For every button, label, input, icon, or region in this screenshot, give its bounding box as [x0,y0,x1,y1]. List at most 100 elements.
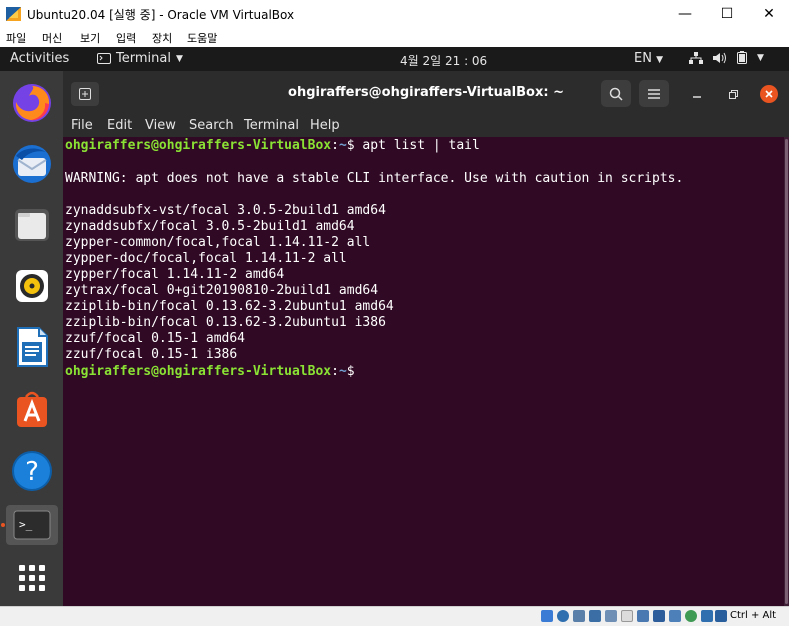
terminal-restore-button[interactable] [725,86,741,102]
hard-disk-icon[interactable] [541,610,553,622]
optical-drive-icon[interactable] [557,610,569,622]
show-applications-icon [19,565,45,591]
dock-help[interactable]: ? [10,449,54,493]
clipboard-icon[interactable] [669,610,681,622]
dock-libreoffice-writer[interactable] [10,325,54,369]
host-key-label: Ctrl + Alt [730,610,777,621]
volume-icon [713,52,726,63]
warning-line: WARNING: apt does not have a stable CLI … [65,171,684,186]
host-menu-input[interactable]: 입력 [116,30,136,46]
recording-icon[interactable] [653,610,665,622]
terminal-close-button[interactable] [760,85,778,103]
host-maximize-button[interactable]: ☐ [707,0,747,28]
terminal-menu-edit[interactable]: Edit [107,118,132,133]
activities-button[interactable]: Activities [10,51,69,66]
network-adapter-icon[interactable] [589,610,601,622]
host-window-title: Ubuntu20.04 [실행 중] - Oracle VM VirtualBo… [27,8,295,22]
terminal-small-icon [97,53,111,64]
terminal-menu-terminal[interactable]: Terminal [244,118,299,133]
network-icon [689,51,703,64]
terminal-window-title: ohgiraffers@ohgiraffers-VirtualBox: ~ [288,85,564,100]
input-source-menu[interactable]: EN ▼ [634,51,663,66]
cpu-activity-icon[interactable] [685,610,697,622]
prompt-user: ohgiraffers@ohgiraffers-VirtualBox [65,364,332,379]
output-line: zypper-common/focal,focal 1.14.11-2 all [65,235,371,250]
system-menu[interactable]: ▼ [689,51,764,64]
prompt-user: ohgiraffers@ohgiraffers-VirtualBox [65,138,332,153]
terminal-header-bar: ohgiraffers@ohgiraffers-VirtualBox: ~ [63,71,789,115]
output-line: zziplib-bin/focal 0.13.62-3.2ubuntu1 amd… [65,299,394,314]
output-line: zytrax/focal 0+git20190810-2build1 amd64 [65,283,379,298]
terminal-menu-bar: File Edit View Search Terminal Help [63,115,789,137]
scrollbar-thumb[interactable] [785,139,788,604]
virtualbox-logo-icon [6,7,21,21]
svg-text:>_: >_ [19,518,33,531]
ubuntu-software-icon [17,391,47,427]
host-menu-machine[interactable]: 머신 [42,30,62,46]
host-menu-bar: 파일 머신 보기 입력 장치 도움말 [0,28,789,47]
chevron-down-icon: ▼ [175,53,183,64]
dock-files[interactable] [10,203,54,247]
output-line: zziplib-bin/focal 0.13.62-3.2ubuntu1 i38… [65,315,386,330]
thunderbird-icon [13,145,51,183]
input-source-label: EN [634,51,652,66]
output-line: zynaddsubfx/focal 3.0.5-2build1 amd64 [65,219,355,234]
libreoffice-writer-icon [17,327,48,367]
help-icon: ? [12,451,52,491]
search-icon [609,87,623,101]
search-button[interactable] [601,80,631,107]
terminal-menu-search[interactable]: Search [189,118,234,133]
dock-rhythmbox[interactable] [10,264,54,308]
terminal-output-area[interactable]: ohgiraffers@ohgiraffers-VirtualBox:~$ ap… [63,137,784,606]
prompt-path: ~ [338,138,347,153]
chevron-down-icon: ▼ [757,52,764,63]
restore-icon [728,89,738,99]
terminal-menu-view[interactable]: View [145,118,176,133]
dock-thunderbird[interactable] [10,142,54,186]
output-line: zzuf/focal 0.15-1 amd64 [65,331,246,346]
rhythmbox-icon [16,270,48,302]
running-indicator [1,523,5,527]
host-title-bar: Ubuntu20.04 [실행 중] - Oracle VM VirtualBo… [0,0,789,28]
prompt-line: ohgiraffers@ohgiraffers-VirtualBox:~$ ap… [65,138,480,153]
dock: ? >_ [0,71,63,606]
dock-ubuntu-software[interactable] [10,386,54,430]
dock-terminal[interactable]: >_ [6,505,58,545]
chevron-down-icon: ▼ [656,55,664,65]
audio-icon[interactable] [573,610,585,622]
display-icon[interactable] [637,610,649,622]
host-menu-help[interactable]: 도움말 [187,30,217,46]
terminal-minimize-button[interactable] [689,86,705,102]
host-close-button[interactable]: ✕ [749,0,789,28]
host-menu-devices[interactable]: 장치 [152,30,172,46]
dock-show-applications[interactable] [10,556,54,600]
svg-text:?: ? [25,457,39,487]
shared-folders-icon[interactable] [621,610,633,622]
terminal-menu-file[interactable]: File [71,118,93,133]
host-menu-view[interactable]: 보기 [80,30,100,46]
host-minimize-button[interactable]: — [665,0,705,28]
command-text: apt list | tail [362,138,480,153]
hamburger-menu-icon [648,88,660,99]
output-line: zypper-doc/focal,focal 1.14.11-2 all [65,251,347,266]
terminal-scrollbar[interactable] [784,137,789,606]
files-icon [15,209,49,241]
dock-firefox[interactable] [10,81,54,125]
virtualbox-status-bar: Ctrl + Alt [0,606,789,626]
clock[interactable]: 4월 2일 21 : 06 [400,52,487,69]
gnome-top-bar: Activities Terminal ▼ 4월 2일 21 : 06 EN ▼… [0,47,789,71]
terminal-icon: >_ [13,510,51,540]
mouse-integration-icon[interactable] [701,610,713,622]
hamburger-menu-button[interactable] [639,80,669,107]
app-menu-button[interactable]: Terminal ▼ [97,51,183,66]
minimize-icon [693,96,701,98]
usb-icon[interactable] [605,610,617,622]
firefox-icon [13,84,51,122]
output-line: zzuf/focal 0.15-1 i386 [65,347,238,362]
close-icon [765,90,773,98]
host-key-icon[interactable] [715,610,727,622]
host-menu-file[interactable]: 파일 [6,30,26,46]
prompt-path: ~ [338,364,347,379]
prompt-line: ohgiraffers@ohgiraffers-VirtualBox:~$ [65,364,363,379]
terminal-menu-help[interactable]: Help [310,118,340,133]
